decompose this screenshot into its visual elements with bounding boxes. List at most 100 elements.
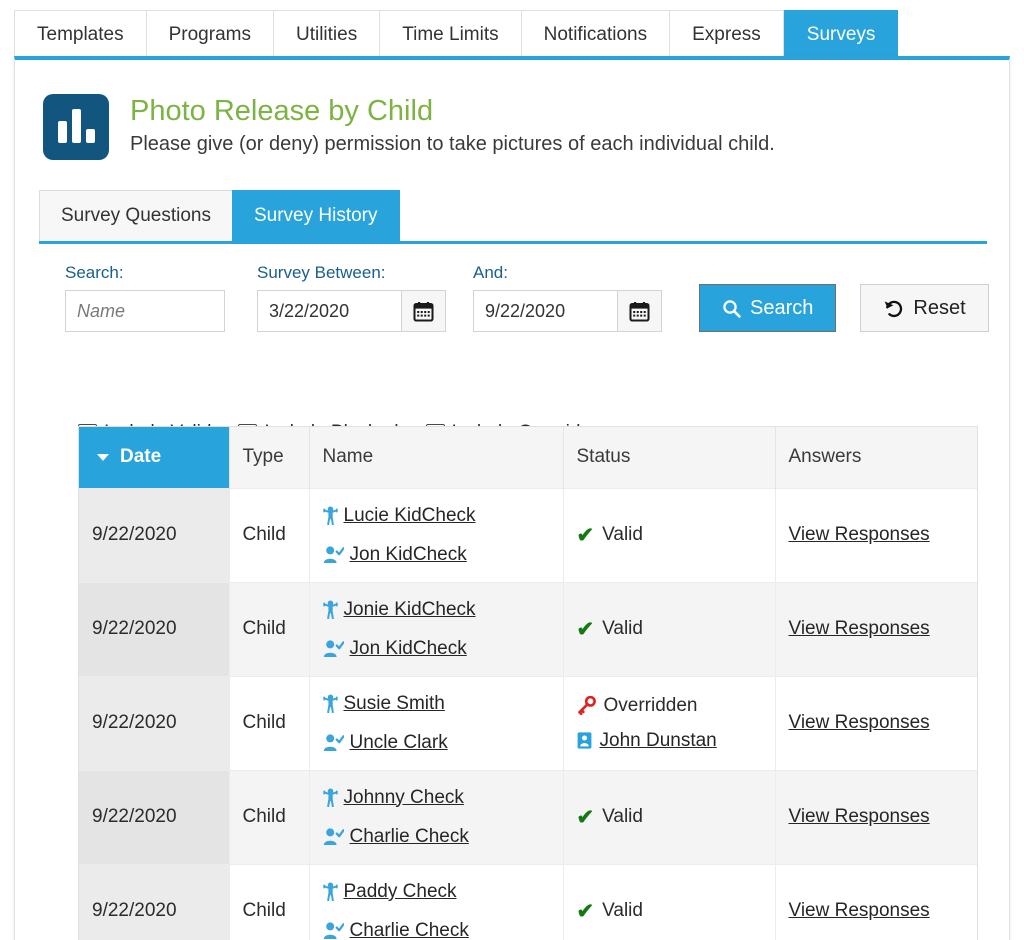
search-label: Search: [65,263,225,283]
child-name-link[interactable]: Susie Smith [344,693,445,715]
survey-between-group: Survey Between: [257,263,446,332]
child-name-link[interactable]: Paddy Check [344,881,457,903]
tab-surveys[interactable]: Surveys [784,10,899,58]
key-icon [577,696,596,715]
tab-express[interactable]: Express [669,10,784,58]
column-header-status[interactable]: Status [563,427,775,488]
tab-utilities[interactable]: Utilities [273,10,379,58]
start-date-input[interactable] [257,290,402,332]
reset-button-label: Reset [913,297,965,320]
status-valid: ✔ Valid [577,806,762,828]
child-icon [323,694,338,713]
tab-time-limits[interactable]: Time Limits [379,10,520,58]
guardian-name-line: Charlie Check [323,920,550,940]
tab-label: Notifications [544,24,648,46]
cell-name: Lucie KidCheck [309,488,563,582]
undo-icon [883,298,904,319]
guardian-name-link[interactable]: Jon KidCheck [350,638,467,660]
cell-date: 9/22/2020 [79,770,229,864]
check-icon: ✔ [577,619,595,640]
column-header-name[interactable]: Name [309,427,563,488]
end-date-input[interactable] [473,290,618,332]
cell-status: ✔ Valid [563,582,775,676]
child-name-link[interactable]: Lucie KidCheck [344,505,476,527]
status-valid: ✔ Valid [577,618,762,640]
view-responses-link[interactable]: View Responses [789,618,930,639]
child-icon [323,506,338,525]
view-responses-link[interactable]: View Responses [789,900,930,921]
guardian-check-icon [323,733,344,752]
tab-label: Survey History [254,205,378,227]
search-field-group: Search: [65,263,225,332]
table-row: 9/22/2020 Child [79,770,977,864]
bar-chart-icon [43,94,109,160]
guardian-check-icon [323,639,344,658]
column-label: Answers [789,446,862,467]
tab-label: Express [692,24,761,46]
child-name-link[interactable]: Johnny Check [344,787,464,809]
column-label: Type [243,446,284,467]
content-panel: Photo Release by Child Please give (or d… [14,56,1010,940]
child-name-link[interactable]: Jonie KidCheck [344,599,476,621]
table-body: 9/22/2020 Child [79,488,977,940]
check-icon: ✔ [577,807,595,828]
search-form: Search: Survey Between: [65,263,989,332]
child-icon [323,788,338,807]
id-badge-icon [577,731,592,750]
guardian-name-link[interactable]: Uncle Clark [350,732,448,754]
column-label: Status [577,446,631,467]
search-button[interactable]: Search [699,284,836,332]
survey-between-wrap [257,290,446,332]
cell-name: Susie Smith [309,676,563,770]
sort-descending-icon [97,454,109,461]
search-input[interactable] [65,290,225,332]
child-name-line: Lucie KidCheck [323,505,550,527]
child-icon [323,882,338,901]
child-icon [323,600,338,619]
guardian-name-link[interactable]: Charlie Check [350,826,469,848]
table-row: 9/22/2020 Child [79,864,977,940]
guardian-name-line: Jon KidCheck [323,544,550,566]
cell-status: ✔ Valid [563,864,775,940]
cell-status: Overridden [563,676,775,770]
guardian-name-link[interactable]: Jon KidCheck [350,544,467,566]
cell-type: Child [229,770,309,864]
tab-programs[interactable]: Programs [146,10,273,58]
column-header-type[interactable]: Type [229,427,309,488]
tab-survey-history[interactable]: Survey History [232,190,400,241]
table-head: Date Type Name Status Answers [79,427,977,488]
cell-name: Johnny Check [309,770,563,864]
guardian-name-line: Jon KidCheck [323,638,550,660]
status-valid: ✔ Valid [577,900,762,922]
tab-notifications[interactable]: Notifications [521,10,670,58]
override-by-link[interactable]: John Dunstan [600,730,717,752]
table-header-row: Date Type Name Status Answers [79,427,977,488]
start-date-calendar-icon[interactable] [402,290,446,332]
status-label: Valid [602,806,643,828]
tab-label: Templates [37,24,124,46]
child-name-line: Jonie KidCheck [323,599,550,621]
view-responses-link[interactable]: View Responses [789,524,930,545]
guardian-name-link[interactable]: Charlie Check [350,920,469,940]
tab-templates[interactable]: Templates [14,10,146,58]
tab-label: Surveys [807,24,876,46]
status-label: Overridden [604,695,698,717]
cell-type: Child [229,864,309,940]
cell-date: 9/22/2020 [79,582,229,676]
view-responses-link[interactable]: View Responses [789,712,930,733]
and-date-wrap [473,290,662,332]
page-title: Photo Release by Child [130,96,775,126]
status-label: Valid [602,618,643,640]
reset-button[interactable]: Reset [860,284,988,332]
cell-name: Jonie KidCheck [309,582,563,676]
app-root: Templates Programs Utilities Time Limits… [0,0,1024,940]
column-header-answers[interactable]: Answers [775,427,977,488]
column-header-date[interactable]: Date [79,427,229,488]
end-date-calendar-icon[interactable] [618,290,662,332]
cell-date: 9/22/2020 [79,488,229,582]
survey-between-label: Survey Between: [257,263,446,283]
guardian-check-icon [323,545,344,564]
guardian-name-line: Charlie Check [323,826,550,848]
view-responses-link[interactable]: View Responses [789,806,930,827]
tab-survey-questions[interactable]: Survey Questions [39,190,233,241]
